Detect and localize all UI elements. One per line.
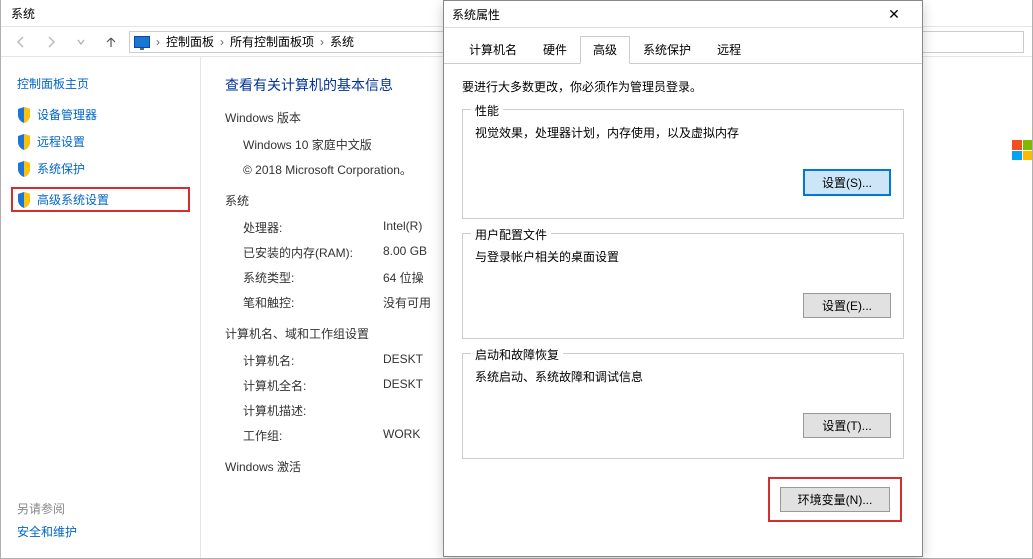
performance-desc: 视觉效果，处理器计划，内存使用，以及虚拟内存	[475, 124, 891, 141]
user-profile-title: 用户配置文件	[471, 226, 551, 243]
sidebar-item-device-manager[interactable]: 设备管理器	[17, 106, 184, 123]
dialog-body: 要进行大多数更改，你必须作为管理员登录。 性能 视觉效果，处理器计划，内存使用，…	[444, 64, 922, 540]
window-title: 系统	[11, 5, 35, 22]
shield-icon	[17, 161, 31, 177]
workgroup-value: WORK	[383, 427, 420, 444]
monitor-icon	[134, 36, 150, 48]
up-arrow-icon[interactable]	[99, 30, 123, 54]
startup-title: 启动和故障恢复	[471, 346, 563, 363]
forward-arrow-icon[interactable]	[39, 30, 63, 54]
see-also: 另请参阅 安全和维护	[17, 500, 77, 540]
see-also-item-label: 安全和维护	[17, 523, 77, 540]
startup-settings-button[interactable]: 设置(T)...	[803, 413, 891, 438]
shield-icon	[17, 107, 31, 123]
sidebar-item-remote[interactable]: 远程设置	[17, 133, 184, 150]
back-arrow-icon[interactable]	[9, 30, 33, 54]
ram-value: 8.00 GB	[383, 244, 427, 261]
shield-icon	[17, 134, 31, 150]
history-chevron-icon[interactable]	[69, 30, 93, 54]
tab-advanced[interactable]: 高级	[580, 36, 630, 64]
sidebar-home-link[interactable]: 控制面板主页	[17, 75, 184, 92]
performance-title: 性能	[471, 102, 503, 119]
systype-label: 系统类型:	[243, 269, 383, 286]
startup-group: 启动和故障恢复 系统启动、系统故障和调试信息 设置(T)...	[462, 353, 904, 459]
pcname-label: 计算机名:	[243, 352, 383, 369]
performance-group: 性能 视觉效果，处理器计划，内存使用，以及虚拟内存 设置(S)...	[462, 109, 904, 219]
sidebar-item-label: 设备管理器	[37, 106, 97, 123]
windows-logo-icon	[1012, 140, 1032, 210]
tab-strip: 计算机名 硬件 高级 系统保护 远程	[444, 28, 922, 64]
ram-label: 已安装的内存(RAM):	[243, 244, 383, 261]
tab-remote[interactable]: 远程	[704, 36, 754, 63]
admin-note: 要进行大多数更改，你必须作为管理员登录。	[462, 78, 904, 95]
fullname-label: 计算机全名:	[243, 377, 383, 394]
performance-settings-button[interactable]: 设置(S)...	[803, 169, 891, 196]
crumb-item[interactable]: 控制面板	[166, 33, 214, 50]
close-button[interactable]: ✕	[874, 1, 914, 27]
env-highlight: 环境变量(N)...	[768, 477, 902, 522]
pen-label: 笔和触控:	[243, 294, 383, 311]
workgroup-label: 工作组:	[243, 427, 383, 444]
close-icon: ✕	[888, 6, 900, 23]
sidebar-item-label: 高级系统设置	[37, 191, 109, 208]
user-profile-desc: 与登录帐户相关的桌面设置	[475, 248, 891, 265]
sidebar-item-advanced[interactable]: 高级系统设置	[11, 187, 190, 212]
chevron-right-icon: ›	[156, 35, 160, 49]
startup-desc: 系统启动、系统故障和调试信息	[475, 368, 891, 385]
sidebar-item-label: 系统保护	[37, 160, 85, 177]
user-profile-settings-button[interactable]: 设置(E)...	[803, 293, 891, 318]
sidebar-item-protection[interactable]: 系统保护	[17, 160, 184, 177]
fullname-value: DESKT	[383, 377, 423, 394]
tab-computer-name[interactable]: 计算机名	[456, 36, 530, 63]
pcname-value: DESKT	[383, 352, 423, 369]
processor-value: Intel(R)	[383, 219, 422, 236]
edition-value: Windows 10 家庭中文版	[243, 136, 372, 153]
sidebar: 控制面板主页 设备管理器 远程设置 系统保护 高级系统设置 另请参阅 安全和维护	[1, 57, 201, 558]
pen-value: 没有可用	[383, 294, 431, 311]
processor-label: 处理器:	[243, 219, 383, 236]
dialog-title: 系统属性	[452, 6, 500, 23]
dialog-titlebar[interactable]: 系统属性 ✕	[444, 1, 922, 28]
sidebar-item-label: 远程设置	[37, 133, 85, 150]
tab-protection[interactable]: 系统保护	[630, 36, 704, 63]
copyright-value: © 2018 Microsoft Corporation。	[243, 161, 412, 178]
see-also-item-security[interactable]: 安全和维护	[17, 523, 77, 540]
crumb-item[interactable]: 所有控制面板项	[230, 33, 314, 50]
env-row: 环境变量(N)...	[462, 473, 904, 526]
chevron-right-icon: ›	[220, 35, 224, 49]
tab-hardware[interactable]: 硬件	[530, 36, 580, 63]
pcdesc-label: 计算机描述:	[243, 402, 383, 419]
environment-variables-button[interactable]: 环境变量(N)...	[780, 487, 890, 512]
user-profile-group: 用户配置文件 与登录帐户相关的桌面设置 设置(E)...	[462, 233, 904, 339]
see-also-label: 另请参阅	[17, 500, 77, 517]
shield-icon	[17, 192, 31, 208]
crumb-item[interactable]: 系统	[330, 33, 354, 50]
systype-value: 64 位操	[383, 269, 424, 286]
system-properties-dialog: 系统属性 ✕ 计算机名 硬件 高级 系统保护 远程 要进行大多数更改，你必须作为…	[443, 0, 923, 557]
chevron-right-icon: ›	[320, 35, 324, 49]
